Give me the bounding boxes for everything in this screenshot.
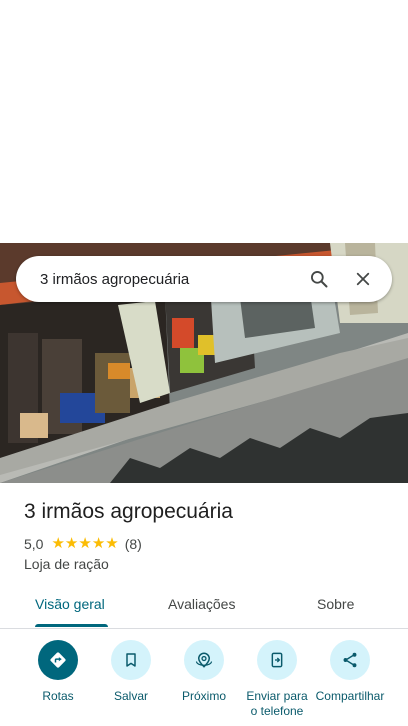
send-to-phone-button[interactable]: Enviar para o telefone: [239, 640, 315, 719]
close-icon[interactable]: [348, 264, 378, 294]
rating-row[interactable]: 5,0 ★ ★ ★ ★ ★ (8): [24, 536, 142, 553]
share-icon: [330, 640, 370, 680]
search-bar[interactable]: 3 irmãos agropecuária: [16, 256, 392, 302]
nearby-icon: [184, 640, 224, 680]
send-to-phone-icon: [257, 640, 297, 680]
star-icon: ★: [105, 535, 119, 552]
directions-button[interactable]: Rotas: [20, 640, 96, 704]
save-label: Salvar: [113, 689, 148, 703]
tab-reviews[interactable]: Avaliações: [168, 596, 235, 612]
star-icon: ★: [64, 535, 79, 552]
active-tab-indicator: [35, 624, 108, 627]
share-button[interactable]: Compartilhar: [312, 640, 388, 704]
save-button[interactable]: Salvar: [93, 640, 169, 704]
share-label: Compartilhar: [315, 689, 385, 703]
tab-about[interactable]: Sobre: [317, 596, 354, 612]
tab-overview[interactable]: Visão geral: [35, 596, 105, 612]
search-icon[interactable]: [304, 264, 334, 294]
action-bar: Rotas Salvar Próximo Enviar para o telef…: [0, 640, 408, 726]
star-rating: ★ ★ ★ ★ ★: [51, 536, 118, 552]
star-icon: ★: [91, 535, 106, 552]
directions-label: Rotas: [42, 689, 74, 703]
bookmark-icon: [111, 640, 151, 680]
nearby-button[interactable]: Próximo: [166, 640, 242, 704]
review-count[interactable]: (8): [125, 536, 142, 552]
place-title: 3 irmãos agropecuária: [24, 500, 233, 523]
rating-value: 5,0: [24, 536, 44, 552]
search-input[interactable]: 3 irmãos agropecuária: [40, 271, 304, 288]
nearby-label: Próximo: [181, 689, 226, 703]
directions-icon: [38, 640, 78, 680]
star-icon: ★: [78, 535, 92, 552]
place-category: Loja de ração: [24, 556, 109, 572]
tab-bar: Visão geral Avaliações Sobre: [0, 585, 408, 629]
star-icon: ★: [51, 535, 65, 552]
send-to-phone-label: Enviar para o telefone: [246, 689, 308, 718]
